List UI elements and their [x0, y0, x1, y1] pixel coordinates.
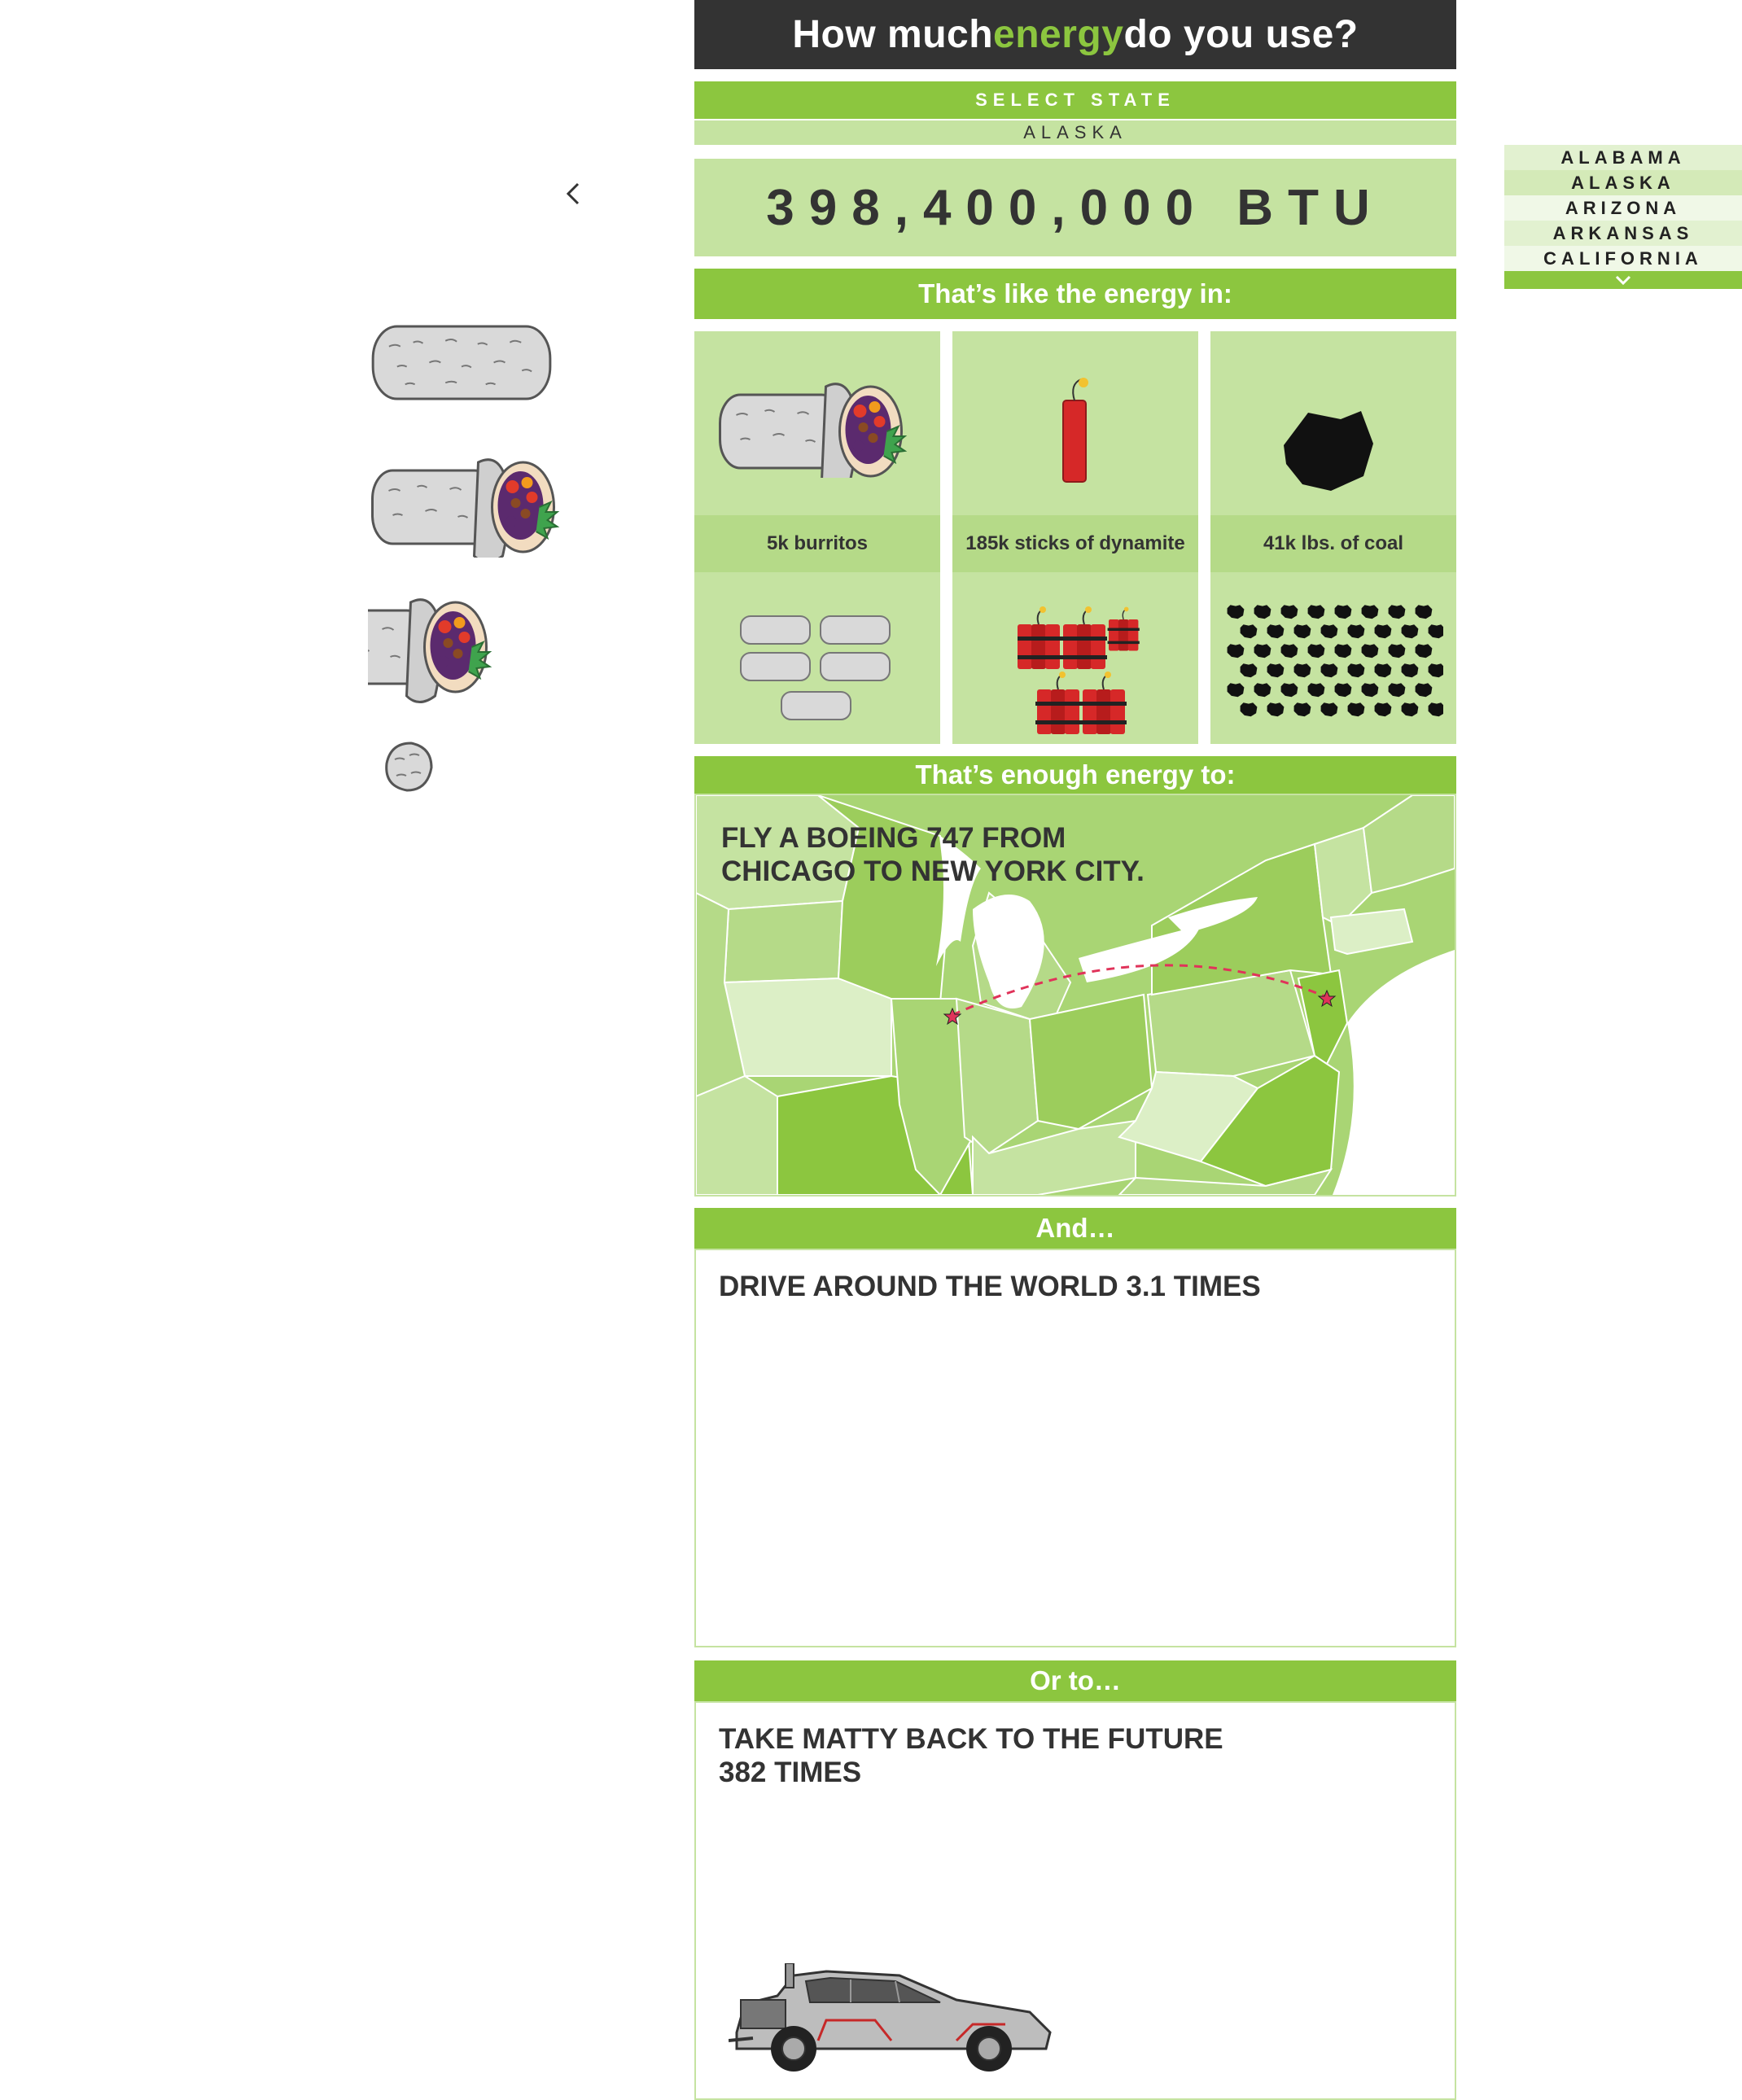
coal-lump	[1227, 605, 1245, 619]
coal-lump	[1254, 644, 1271, 658]
chevron-down-icon	[1615, 275, 1631, 286]
coal-group-icon	[1225, 604, 1446, 730]
coal-lump	[1347, 663, 1365, 678]
burrito-icon	[716, 380, 919, 488]
coal-lump	[1307, 644, 1325, 658]
coal-lump	[1415, 605, 1433, 619]
coal-lump	[1428, 624, 1446, 639]
energy-value: 398,400,000 BTU	[694, 159, 1456, 256]
coal-lump	[1227, 644, 1245, 658]
coal-lump	[1280, 644, 1298, 658]
equivalents-heading: That’s like the energy in:	[694, 269, 1456, 319]
state-dropdown: ALABAMA ALASKA ARIZONA ARKANSAS CALIFORN…	[1504, 145, 1742, 289]
coal-lump	[1320, 624, 1338, 639]
coal-lump	[1267, 624, 1285, 639]
dropdown-more-button[interactable]	[1504, 271, 1742, 289]
dynamite-card: 185k sticks of dynamite	[952, 331, 1198, 744]
drive-heading: And…	[694, 1208, 1456, 1249]
future-text-line1: TAKE MATTY BACK TO THE FUTURE	[719, 1723, 1223, 1755]
burrito-group-icon	[739, 612, 902, 730]
burrito-card: 5k burritos	[694, 331, 940, 744]
dropdown-option-arizona[interactable]: ARIZONA	[1504, 195, 1742, 221]
title-text-after: do you use?	[1123, 13, 1359, 56]
future-panel: TAKE MATTY BACK TO THE FUTURE 382 TIMES	[694, 1701, 1456, 2100]
dynamite-icon	[1059, 376, 1108, 494]
flight-text-line1: FLY A BOEING 747 FROM	[721, 822, 1066, 854]
drive-text: DRIVE AROUND THE WORLD 3.1 TIMES	[719, 1271, 1261, 1302]
future-text-line2: 382 TIMES	[719, 1757, 862, 1788]
dynamite-group-icon	[1015, 604, 1140, 742]
coal-lump	[1254, 605, 1271, 619]
coal-lump	[1307, 683, 1325, 698]
burrito-wrapped-icon	[368, 324, 555, 405]
burrito-label: 5k burritos	[694, 515, 940, 572]
coal-lump	[1401, 663, 1419, 678]
coal-icon	[1276, 405, 1377, 498]
future-heading: Or to…	[694, 1660, 1456, 1701]
page-title: How much energy do you use?	[694, 0, 1456, 69]
future-text: TAKE MATTY BACK TO THE FUTURE 382 TIMES	[719, 1722, 1223, 1789]
coal-lump	[1401, 624, 1419, 639]
coal-lump	[1374, 663, 1392, 678]
coal-lump	[1388, 605, 1406, 619]
flight-map-panel: FLY A BOEING 747 FROM CHICAGO TO NEW YOR…	[694, 794, 1456, 1197]
flight-heading: That’s enough energy to:	[694, 756, 1456, 794]
coal-lump	[1374, 702, 1392, 717]
coal-lump	[1307, 605, 1325, 619]
coal-lump	[1388, 683, 1406, 698]
flight-text-line2: CHICAGO TO NEW YORK CITY.	[721, 855, 1145, 887]
delorean-car-icon	[728, 1962, 1054, 2081]
coal-lump	[1361, 683, 1379, 698]
coal-lump	[1415, 683, 1433, 698]
coal-lump	[1280, 605, 1298, 619]
dropdown-option-arkansas[interactable]: ARKANSAS	[1504, 221, 1742, 246]
coal-card: 41k lbs. of coal	[1210, 331, 1456, 744]
coal-lump	[1320, 663, 1338, 678]
burrito-open-icon	[368, 456, 567, 563]
coal-lump	[1227, 683, 1245, 698]
coal-lump	[1334, 605, 1352, 619]
coal-lump	[1320, 702, 1338, 717]
title-text-before: How much	[792, 13, 994, 56]
coal-lump	[1267, 663, 1285, 678]
burrito-crumb-icon	[379, 739, 436, 800]
back-arrow-icon[interactable]	[562, 181, 584, 207]
coal-lump	[1254, 683, 1271, 698]
coal-lump	[1334, 644, 1352, 658]
coal-lump	[1293, 663, 1311, 678]
coal-lump	[1401, 702, 1419, 717]
title-highlight: energy	[993, 13, 1124, 56]
dynamite-label: 185k sticks of dynamite	[952, 515, 1198, 572]
coal-lump	[1374, 624, 1392, 639]
coal-lump	[1388, 644, 1406, 658]
coal-lump	[1267, 702, 1285, 717]
coal-lump	[1240, 663, 1258, 678]
coal-lump	[1293, 624, 1311, 639]
coal-lump	[1240, 702, 1258, 717]
coal-lump	[1334, 683, 1352, 698]
flight-text: FLY A BOEING 747 FROM CHICAGO TO NEW YOR…	[721, 821, 1145, 888]
dropdown-option-alabama[interactable]: ALABAMA	[1504, 145, 1742, 170]
dropdown-option-california[interactable]: CALIFORNIA	[1504, 246, 1742, 271]
coal-lump	[1361, 605, 1379, 619]
coal-lump	[1347, 702, 1365, 717]
select-state-label: SELECT STATE	[694, 81, 1456, 119]
selected-state[interactable]: ALASKA	[694, 120, 1456, 145]
coal-label: 41k lbs. of coal	[1210, 515, 1456, 572]
coal-lump	[1347, 624, 1365, 639]
coal-lump	[1428, 702, 1446, 717]
coal-lump	[1361, 644, 1379, 658]
burrito-half-icon	[304, 596, 502, 710]
coal-lump	[1293, 702, 1311, 717]
coal-lump	[1240, 624, 1258, 639]
dropdown-option-alaska[interactable]: ALASKA	[1504, 170, 1742, 195]
drive-panel: DRIVE AROUND THE WORLD 3.1 TIMES	[694, 1249, 1456, 1647]
coal-lump	[1415, 644, 1433, 658]
coal-lump	[1280, 683, 1298, 698]
coal-lump	[1428, 663, 1446, 678]
